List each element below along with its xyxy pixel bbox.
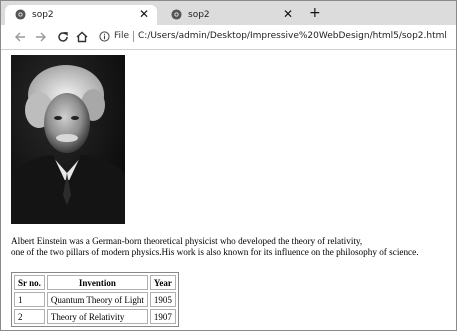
paragraph-line: one of the two pillars of modern physics…: [11, 247, 419, 257]
table-cell: Quantum Theory of Light: [46, 292, 148, 307]
table-cell: 1905: [149, 292, 176, 307]
table-row: 2 Theory of Relativity 1907: [14, 309, 176, 324]
tab-inactive[interactable]: sop2 ✕: [161, 5, 301, 25]
table-row: 1 Quantum Theory of Light 1905: [14, 292, 176, 307]
table-cell: 2: [14, 309, 45, 324]
tab-title: sop2: [32, 10, 54, 20]
page-content: Albert Einstein was a German-born theore…: [1, 50, 456, 330]
column-header: Sr no.: [14, 275, 45, 290]
file-label: File: [114, 31, 130, 41]
info-icon[interactable]: [99, 31, 110, 42]
chrome-page-icon: [15, 9, 26, 20]
close-icon[interactable]: ✕: [283, 7, 293, 21]
new-tab-button[interactable]: +: [309, 5, 321, 21]
table-cell: 1907: [149, 309, 176, 324]
bio-paragraph: Albert Einstein was a German-born theore…: [11, 236, 451, 258]
table-cell: Theory of Relativity: [46, 309, 148, 324]
tab-strip: sop2 ✕ sop2 ✕ +: [1, 1, 456, 25]
forward-arrow-icon[interactable]: [34, 30, 48, 44]
tab-title: sop2: [188, 10, 210, 20]
browser-window: sop2 ✕ sop2 ✕ + File C:/Users/admin/Desk…: [0, 0, 457, 331]
chrome-page-icon: [171, 9, 182, 20]
back-arrow-icon[interactable]: [13, 30, 27, 44]
home-icon[interactable]: [75, 30, 89, 44]
einstein-portrait: [11, 55, 125, 224]
address-bar-url[interactable]: C:/Users/admin/Desktop/Impressive%20WebD…: [138, 31, 447, 41]
inventions-table: Sr no. Invention Year 1 Quantum Theory o…: [11, 272, 179, 327]
column-header: Year: [149, 275, 176, 290]
tab-active[interactable]: sop2 ✕: [5, 5, 157, 25]
separator: [133, 31, 134, 42]
reload-icon[interactable]: [56, 30, 70, 44]
table-header-row: Sr no. Invention Year: [14, 275, 176, 290]
table-cell: 1: [14, 292, 45, 307]
toolbar: File C:/Users/admin/Desktop/Impressive%2…: [1, 25, 456, 50]
column-header: Invention: [46, 275, 148, 290]
paragraph-line: Albert Einstein was a German-born theore…: [11, 236, 363, 246]
close-icon[interactable]: ✕: [139, 7, 149, 21]
